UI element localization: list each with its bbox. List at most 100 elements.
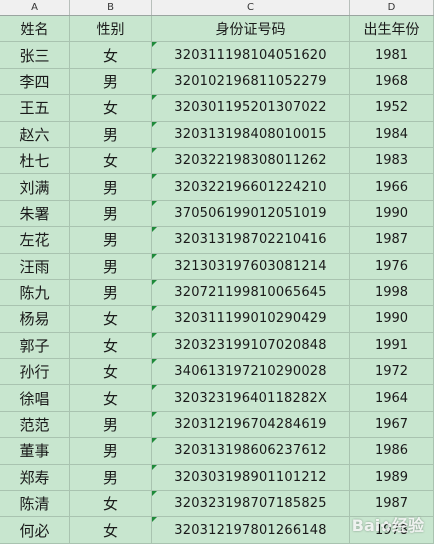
cell-id[interactable]: 320311199010290429 — [152, 306, 350, 332]
cell-sex[interactable]: 男 — [70, 174, 152, 200]
cell-id[interactable]: 320323198707185825 — [152, 491, 350, 517]
cell-id[interactable]: 320323199107020848 — [152, 332, 350, 359]
cell-id[interactable]: 320102196811052279 — [152, 68, 350, 95]
cell-year[interactable]: 1983 — [350, 147, 434, 174]
cell-name[interactable]: 张三 — [0, 42, 70, 68]
header-cell-year[interactable]: 出生年份 — [350, 16, 434, 42]
cell-sex[interactable]: 男 — [70, 200, 152, 227]
cell-sex[interactable]: 女 — [70, 517, 152, 543]
cell-year[interactable]: 1998 — [350, 279, 434, 306]
cell-sex[interactable]: 女 — [70, 359, 152, 385]
cell-id-text: 321303197603081214 — [174, 258, 327, 274]
cell-name[interactable]: 陈清 — [0, 491, 70, 517]
cell-name[interactable]: 左花 — [0, 227, 70, 253]
cell-name[interactable]: 范范 — [0, 411, 70, 438]
header-cell-id[interactable]: 身份证号码 — [152, 16, 350, 42]
cell-id[interactable]: 320322196601224210 — [152, 174, 350, 200]
text-number-indicator-icon — [152, 517, 157, 523]
cell-id[interactable]: 320303198901101212 — [152, 464, 350, 491]
cell-sex[interactable]: 男 — [70, 411, 152, 438]
cell-name[interactable]: 刘满 — [0, 174, 70, 200]
cell-year[interactable]: 1987 — [350, 227, 434, 253]
text-number-indicator-icon — [152, 174, 157, 180]
cell-name[interactable]: 朱署 — [0, 200, 70, 227]
cell-year[interactable]: 1986 — [350, 438, 434, 464]
column-header-a[interactable]: A — [0, 0, 70, 15]
cell-year[interactable]: 1990 — [350, 306, 434, 332]
table-row: 郭子女 320323199107020848 1991 — [0, 332, 434, 360]
header-cell-sex[interactable]: 性别 — [70, 16, 152, 42]
cell-id[interactable]: 321303197603081214 — [152, 253, 350, 279]
cell-id-text: 320323198707185825 — [174, 496, 327, 512]
cell-sex[interactable]: 男 — [70, 121, 152, 147]
column-header-b[interactable]: B — [70, 0, 152, 15]
cell-year[interactable]: 1966 — [350, 174, 434, 200]
cell-year[interactable]: 1964 — [350, 385, 434, 411]
cell-sex[interactable]: 男 — [70, 438, 152, 464]
cell-id-text: 320322198308011262 — [174, 153, 327, 169]
cell-year[interactable]: 1968 — [350, 68, 434, 95]
table-row: 杜七女 320322198308011262 1983 — [0, 147, 434, 175]
cell-id[interactable]: 340613197210290028 — [152, 359, 350, 385]
cell-id-text: 320312197801266148 — [174, 522, 327, 538]
cell-name[interactable]: 郭子 — [0, 332, 70, 359]
text-number-indicator-icon — [152, 411, 157, 417]
text-number-indicator-icon — [152, 147, 157, 153]
cell-sex[interactable]: 男 — [70, 279, 152, 306]
cell-sex[interactable]: 男 — [70, 253, 152, 279]
cell-name[interactable]: 陈九 — [0, 279, 70, 306]
cell-year[interactable]: 1972 — [350, 359, 434, 385]
cell-sex[interactable]: 女 — [70, 42, 152, 68]
cell-id[interactable]: 320313198606237612 — [152, 438, 350, 464]
cell-id[interactable]: 320301195201307022 — [152, 95, 350, 121]
table-row: 孙行女 340613197210290028 1972 — [0, 359, 434, 386]
cell-name[interactable]: 杨易 — [0, 306, 70, 332]
cell-sex[interactable]: 男 — [70, 68, 152, 95]
watermark-suffix: 经验 — [391, 516, 424, 535]
cell-sex[interactable]: 女 — [70, 385, 152, 411]
cell-name[interactable]: 董事 — [0, 438, 70, 464]
cell-year[interactable]: 1981 — [350, 42, 434, 68]
cell-name[interactable]: 杜七 — [0, 147, 70, 174]
column-header-d[interactable]: D — [350, 0, 434, 15]
cell-id[interactable]: 320322198308011262 — [152, 147, 350, 174]
cell-name[interactable]: 何必 — [0, 517, 70, 543]
cell-year[interactable]: 1952 — [350, 95, 434, 121]
table-row: 赵六男 320313198408010015 1984 — [0, 121, 434, 148]
cell-sex[interactable]: 女 — [70, 491, 152, 517]
cell-sex[interactable]: 女 — [70, 147, 152, 174]
cell-sex[interactable]: 男 — [70, 464, 152, 491]
cell-id[interactable]: 320721199810065645 — [152, 279, 350, 306]
cell-id-text: 320301195201307022 — [174, 100, 327, 116]
cell-year[interactable]: 1989 — [350, 464, 434, 491]
cell-id[interactable]: 320312196704284619 — [152, 411, 350, 438]
cell-id[interactable]: 32032319640118282X — [152, 385, 350, 411]
cell-id-text: 320322196601224210 — [174, 179, 327, 195]
cell-id-text: 320313198702210416 — [174, 232, 327, 248]
cell-id[interactable]: 370506199012051019 — [152, 200, 350, 227]
cell-id[interactable]: 320312197801266148 — [152, 517, 350, 543]
cell-name[interactable]: 郑寿 — [0, 464, 70, 491]
cell-sex[interactable]: 女 — [70, 95, 152, 121]
cell-year[interactable]: 1984 — [350, 121, 434, 147]
table-row: 郑寿男 320303198901101212 1989 — [0, 464, 434, 492]
cell-name[interactable]: 王五 — [0, 95, 70, 121]
cell-year[interactable]: 1991 — [350, 332, 434, 359]
table-row: 张三女 320311198104051620 1981 — [0, 42, 434, 69]
cell-id[interactable]: 320313198702210416 — [152, 227, 350, 253]
cell-name[interactable]: 汪雨 — [0, 253, 70, 279]
cell-sex[interactable]: 女 — [70, 306, 152, 332]
header-cell-name[interactable]: 姓名 — [0, 16, 70, 42]
cell-name[interactable]: 孙行 — [0, 359, 70, 385]
cell-year[interactable]: 1990 — [350, 200, 434, 227]
cell-year[interactable]: 1967 — [350, 411, 434, 438]
cell-sex[interactable]: 男 — [70, 227, 152, 253]
cell-name[interactable]: 李四 — [0, 68, 70, 95]
cell-id[interactable]: 320311198104051620 — [152, 42, 350, 68]
cell-year[interactable]: 1976 — [350, 253, 434, 279]
column-header-c[interactable]: C — [152, 0, 350, 15]
cell-name[interactable]: 徐唱 — [0, 385, 70, 411]
cell-id[interactable]: 320313198408010015 — [152, 121, 350, 147]
cell-name[interactable]: 赵六 — [0, 121, 70, 147]
cell-sex[interactable]: 女 — [70, 332, 152, 359]
